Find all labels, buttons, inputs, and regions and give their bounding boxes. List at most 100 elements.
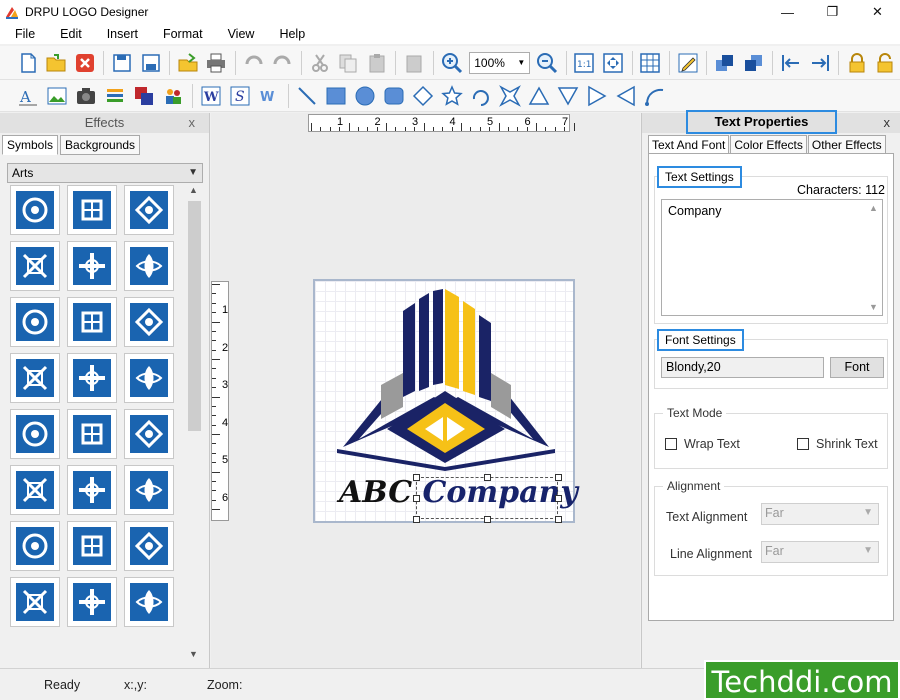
symbol-item[interactable]	[124, 241, 174, 291]
rectangle-tool-button[interactable]	[322, 82, 350, 110]
menu-format[interactable]: Format	[148, 27, 213, 41]
scroll-down-icon[interactable]: ▼	[189, 649, 198, 659]
people-tool-button[interactable]	[159, 82, 187, 110]
arc-tool-button[interactable]	[467, 82, 495, 110]
actual-size-button[interactable]: 1:1	[571, 49, 598, 77]
close-file-button[interactable]	[71, 49, 98, 77]
effects-close-button[interactable]: x	[189, 113, 196, 133]
symbol-item[interactable]	[67, 409, 117, 459]
zoom-select[interactable]: 100% ▼	[469, 51, 531, 74]
symbol-item[interactable]	[67, 185, 117, 235]
resize-handle[interactable]	[555, 474, 562, 481]
symbol-item[interactable]	[10, 185, 60, 235]
symbol-item[interactable]	[10, 353, 60, 403]
effects-scrollbar[interactable]: ▲ ▼	[186, 183, 203, 661]
resize-handle[interactable]	[484, 516, 491, 523]
canvas-area[interactable]: 1 2 3 4 5 6 7 1 2 3 4 5 6 ABC Company	[211, 113, 640, 668]
symbol-item[interactable]	[10, 409, 60, 459]
save-as-button[interactable]	[137, 49, 164, 77]
text-input[interactable]: Company ▲ ▼	[661, 199, 883, 316]
new-file-button[interactable]	[14, 49, 41, 77]
camera-tool-button[interactable]	[72, 82, 100, 110]
text-tool-button[interactable]: A	[14, 82, 42, 110]
symbol-item[interactable]	[124, 409, 174, 459]
paste-button[interactable]	[363, 49, 390, 77]
symbol-item[interactable]	[67, 241, 117, 291]
fit-window-button[interactable]	[599, 49, 626, 77]
symbol-item[interactable]	[124, 185, 174, 235]
symbol-item[interactable]	[67, 297, 117, 347]
menu-help[interactable]: Help	[264, 27, 315, 41]
tab-backgrounds[interactable]: Backgrounds	[60, 135, 141, 155]
resize-handle[interactable]	[555, 516, 562, 523]
symbol-item[interactable]	[10, 465, 60, 515]
image-tool-button[interactable]	[43, 82, 71, 110]
symbol-item[interactable]	[124, 353, 174, 403]
chevron-down-icon[interactable]: ▼	[869, 302, 878, 312]
wrap-text-checkbox[interactable]: Wrap Text	[665, 437, 740, 451]
symbol-item[interactable]	[67, 465, 117, 515]
text-alignment-select[interactable]: Far ▼	[761, 503, 879, 525]
tab-other-effects[interactable]: Other Effects	[807, 135, 886, 154]
text-input-scrollbar[interactable]: ▲ ▼	[865, 201, 881, 314]
lock-button[interactable]	[843, 49, 870, 77]
align-left-button[interactable]	[777, 49, 804, 77]
open-file-button[interactable]	[42, 49, 69, 77]
line-tool-button[interactable]	[293, 82, 321, 110]
edit-button[interactable]	[674, 49, 701, 77]
word-art-button[interactable]: W	[197, 82, 225, 110]
checkbox-box[interactable]	[797, 438, 809, 450]
triangle-left-tool-button[interactable]	[612, 82, 640, 110]
triangle-right-tool-button[interactable]	[583, 82, 611, 110]
symbol-item[interactable]	[124, 577, 174, 627]
symbol-item[interactable]	[10, 577, 60, 627]
menu-edit[interactable]: Edit	[45, 27, 92, 41]
bring-front-button[interactable]	[711, 49, 738, 77]
layers-tool-button[interactable]	[101, 82, 129, 110]
print-button[interactable]	[203, 49, 230, 77]
tab-symbols[interactable]: Symbols	[2, 135, 59, 155]
maximize-button[interactable]: ❐	[810, 0, 855, 24]
resize-handle[interactable]	[413, 474, 420, 481]
menu-file[interactable]: File	[0, 27, 45, 41]
selection-box[interactable]	[416, 477, 558, 519]
line-alignment-select[interactable]: Far ▼	[761, 541, 879, 563]
symbol-category-select[interactable]: Arts ▼	[7, 163, 203, 183]
grid-button[interactable]	[637, 49, 664, 77]
star-tool-button[interactable]	[438, 82, 466, 110]
logo-canvas[interactable]: ABC Company	[313, 279, 578, 523]
symbol-item[interactable]	[67, 521, 117, 571]
close-window-button[interactable]: ✕	[855, 0, 900, 24]
burst-tool-button[interactable]	[496, 82, 524, 110]
checkbox-box[interactable]	[665, 438, 677, 450]
resize-handle[interactable]	[413, 495, 420, 502]
symbol-item[interactable]	[67, 577, 117, 627]
ellipse-tool-button[interactable]	[351, 82, 379, 110]
cut-button[interactable]	[306, 49, 333, 77]
signature-button[interactable]: S	[226, 82, 254, 110]
scroll-thumb[interactable]	[188, 201, 201, 431]
delete-button[interactable]	[400, 49, 427, 77]
resize-handle[interactable]	[555, 495, 562, 502]
triangle-down-tool-button[interactable]	[554, 82, 582, 110]
symbol-item[interactable]	[124, 521, 174, 571]
menu-view[interactable]: View	[213, 27, 265, 41]
menu-insert[interactable]: Insert	[92, 27, 148, 41]
zoom-out-button[interactable]	[533, 49, 560, 77]
undo-button[interactable]	[240, 49, 267, 77]
minimize-button[interactable]: —	[765, 0, 810, 24]
zoom-in-button[interactable]	[438, 49, 465, 77]
save-button[interactable]	[108, 49, 135, 77]
resize-handle[interactable]	[413, 516, 420, 523]
diamond-tool-button[interactable]	[409, 82, 437, 110]
chevron-up-icon[interactable]: ▲	[869, 203, 878, 213]
redo-button[interactable]	[269, 49, 296, 77]
symbol-item[interactable]	[10, 241, 60, 291]
properties-close-button[interactable]: x	[884, 115, 891, 130]
curve-tool-button[interactable]	[641, 82, 669, 110]
tab-color-effects[interactable]: Color Effects	[730, 135, 807, 154]
triangle-tool-button[interactable]	[525, 82, 553, 110]
font-button[interactable]: Font	[830, 357, 884, 378]
watermark-button[interactable]: W	[255, 82, 283, 110]
send-back-button[interactable]	[740, 49, 767, 77]
